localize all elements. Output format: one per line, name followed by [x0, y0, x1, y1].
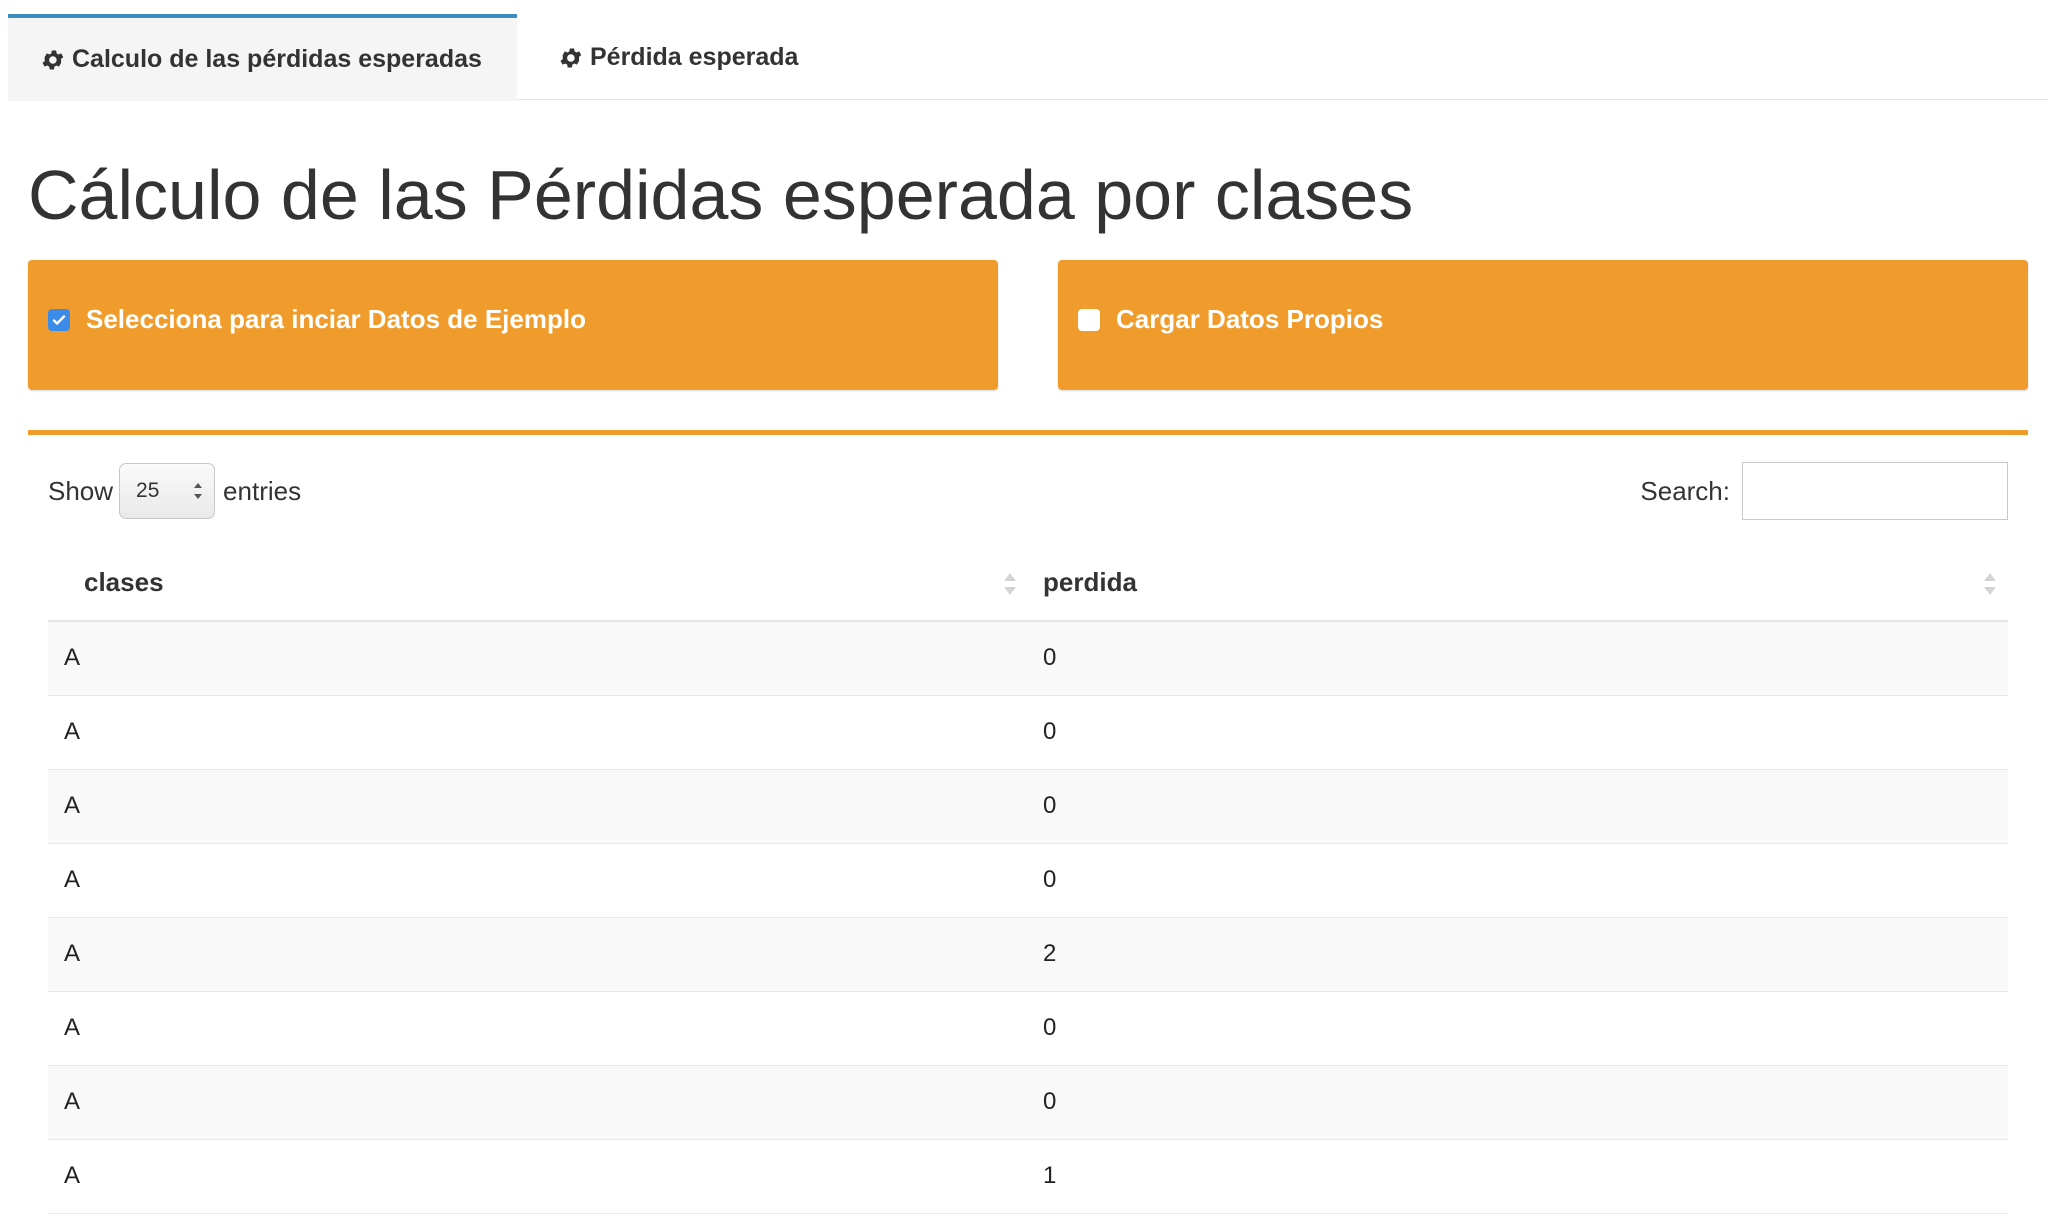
cell-perdida: 0 [1028, 695, 2008, 770]
sample-data-box: Selecciona para inciar Datos de Ejemplo [28, 260, 998, 390]
sample-data-option[interactable]: Selecciona para inciar Datos de Ejemplo [48, 304, 586, 335]
cell-perdida: 0 [1028, 621, 2008, 696]
page-title: Cálculo de las Pérdidas esperada por cla… [28, 156, 1414, 234]
table-row: A 1 [48, 1139, 2008, 1214]
column-header-clases[interactable]: clases [48, 545, 1028, 622]
checkmark-icon [52, 314, 66, 325]
sort-icon [1004, 573, 1016, 595]
cell-perdida: 0 [1028, 1065, 2008, 1140]
gear-icon [558, 45, 584, 71]
page-length-select[interactable]: 25 [119, 463, 216, 519]
table-row: A 0 [48, 1065, 2008, 1140]
gear-icon [40, 47, 66, 73]
cell-clases: A [48, 843, 1028, 918]
cell-perdida: 2 [1028, 917, 2008, 992]
entries-label: entries [223, 475, 302, 506]
cell-perdida: 0 [1028, 843, 2008, 918]
cell-clases: A [48, 991, 1028, 1066]
own-data-label: Cargar Datos Propios [1116, 304, 1384, 334]
cell-perdida: 1 [1028, 1139, 2008, 1214]
table-header-row: clases perdida [48, 545, 2008, 622]
table-row: A 0 [48, 843, 2008, 918]
cell-perdida: 0 [1028, 991, 2008, 1066]
cell-clases: A [48, 621, 1028, 696]
search-label: Search: [1640, 475, 1730, 506]
cell-clases: A [48, 695, 1028, 770]
cell-clases: A [48, 917, 1028, 992]
table-row: A 0 [48, 695, 2008, 770]
table-row: A 0 [48, 769, 2008, 844]
tab-bar: Calculo de las pérdidas esperadas Pérdid… [8, 0, 2048, 101]
search-control: Search: [1640, 461, 2008, 521]
show-label: Show [48, 475, 114, 506]
cell-perdida: 0 [1028, 769, 2008, 844]
tab-label: Calculo de las pérdidas esperadas [72, 45, 482, 73]
table-row: A 0 [48, 621, 2008, 696]
own-data-option[interactable]: Cargar Datos Propios [1078, 304, 1383, 335]
cell-clases: A [48, 1139, 1028, 1214]
sample-data-label: Selecciona para inciar Datos de Ejemplo [86, 304, 586, 334]
table-row: A 2 [48, 917, 2008, 992]
sample-data-checkbox[interactable] [48, 308, 70, 331]
data-table: clases perdida A 0 A 0 A 0 A 0 A 2 A 0 A… [48, 545, 2008, 1214]
column-header-perdida[interactable]: perdida [1028, 545, 2008, 622]
own-data-box: Cargar Datos Propios [1058, 260, 2028, 390]
own-data-checkbox[interactable] [1078, 308, 1100, 331]
table-row: A 0 [48, 991, 2008, 1066]
sort-icon [1984, 573, 1996, 595]
app-page: Calculo de las pérdidas esperadas Pérdid… [0, 0, 2048, 1216]
column-header-label: perdida [1043, 567, 1137, 597]
tab-calculo-perdidas[interactable]: Calculo de las pérdidas esperadas [8, 14, 517, 101]
tab-perdida-esperada[interactable]: Pérdida esperada [558, 14, 858, 101]
page-length-value: 25 [136, 479, 160, 502]
data-table-panel: Show 25 entries Search: clases perdida A… [28, 430, 2028, 1216]
search-input[interactable] [1742, 462, 2008, 520]
column-header-label: clases [84, 567, 164, 597]
cell-clases: A [48, 1065, 1028, 1140]
cell-clases: A [48, 769, 1028, 844]
page-length-control: Show 25 entries [48, 461, 301, 521]
tab-label: Pérdida esperada [590, 43, 799, 71]
select-arrows-icon [194, 483, 203, 499]
